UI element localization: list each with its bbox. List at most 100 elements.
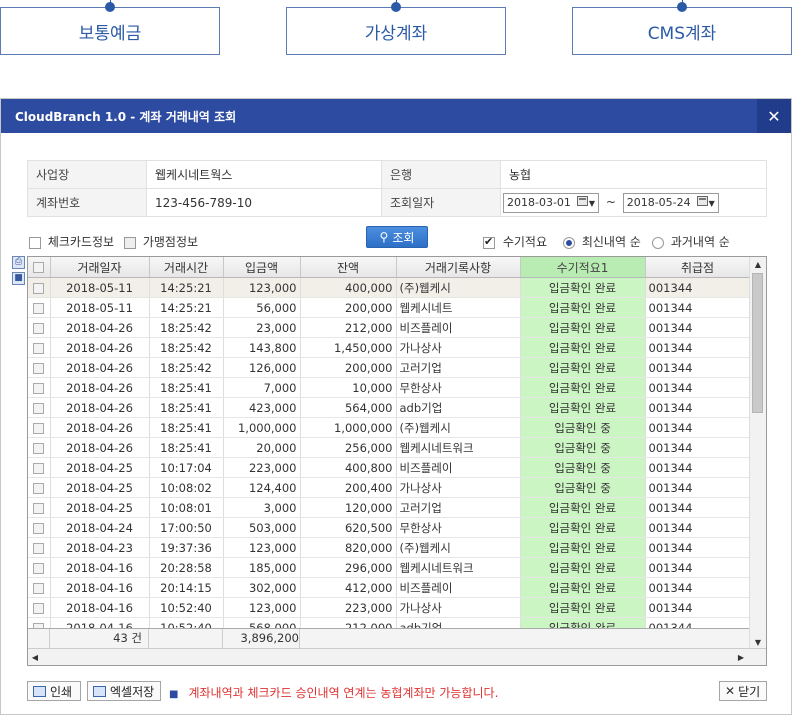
table-row[interactable]: 2018-04-26 18:25:41 7,000 10,000 무한상사 입금확인 완료… [28,377,751,398]
latest-order-option[interactable]: 최신내역 순 [563,233,641,250]
table-cell: 001344 [645,517,751,538]
table-row[interactable]: 2018-05-11 14:25:21 123,000 400,000 (주)웹케시 입금… [28,277,751,298]
table-cell: 2018-04-16 [50,577,150,598]
check-card-option[interactable]: 체크카드정보 [29,233,114,250]
row-checkbox[interactable] [33,462,45,474]
row-checkbox-cell[interactable] [28,317,51,338]
row-checkbox-cell[interactable] [28,417,51,438]
table-row[interactable]: 2018-04-26 18:25:41 1,000,000 1,000,000 (주)웹… [28,417,751,438]
horizontal-scrollbar[interactable]: ◀ ▶ [28,648,766,665]
print-button[interactable]: 인쇄 [27,681,81,701]
print-icon[interactable]: ⎙ [12,256,25,269]
col-deposit[interactable]: 입금액 [223,257,301,278]
row-checkbox-cell[interactable] [28,437,51,458]
vertical-scrollbar[interactable]: ▲ ▼ [749,257,766,649]
row-checkbox[interactable] [33,562,45,574]
row-checkbox-cell[interactable] [28,477,51,498]
table-cell: 23,000 [223,317,301,338]
tab-virtual-account[interactable]: 가상계좌 [286,0,506,55]
row-checkbox-cell[interactable] [28,577,51,598]
row-checkbox[interactable] [33,422,45,434]
col-time[interactable]: 거래시간 [149,257,224,278]
search-button[interactable]: ⚲ 조회 [366,226,428,248]
row-checkbox-cell[interactable] [28,397,51,418]
col-memo[interactable]: 거래기록사항 [396,257,521,278]
table-row[interactable]: 2018-04-26 18:25:41 20,000 256,000 웹케시네트워크 입금… [28,437,751,458]
col-date[interactable]: 거래일자 [50,257,150,278]
date-to-input[interactable]: 2018-05-24 ▼ [622,192,719,213]
save-icon[interactable]: ■ [12,272,25,285]
row-checkbox[interactable] [33,342,45,354]
table-row[interactable]: 2018-05-11 14:25:21 56,000 200,000 웹케시네트 입금확인… [28,297,751,318]
past-order-radio[interactable] [652,236,664,249]
row-checkbox-cell[interactable] [28,597,51,618]
scroll-down-icon[interactable]: ▼ [750,635,766,649]
latest-order-radio[interactable] [563,236,575,249]
row-checkbox[interactable] [33,502,45,514]
table-row[interactable]: 2018-04-16 20:14:15 302,000 412,000 비즈플레이 입금확… [28,577,751,598]
row-checkbox[interactable] [33,362,45,374]
manual-checkbox[interactable] [483,235,495,249]
row-checkbox-cell[interactable] [28,457,51,478]
table-row[interactable]: 2018-04-25 10:08:01 3,000 120,000 고러기업 입금확인 완… [28,497,751,518]
close-button[interactable]: ✕ 닫기 [719,681,767,701]
row-checkbox[interactable] [33,402,45,414]
table-row[interactable]: 2018-04-26 18:25:42 23,000 212,000 비즈플레이 입금확인… [28,317,751,338]
table-row[interactable]: 2018-04-26 18:25:42 126,000 200,000 고러기업 입금확인… [28,357,751,378]
row-checkbox-cell[interactable] [28,497,51,518]
table-row[interactable]: 2018-04-26 18:25:41 423,000 564,000 adb기업 입금확… [28,397,751,418]
table-row[interactable]: 2018-04-24 17:00:50 503,000 620,500 무한상사 입금확인… [28,517,751,538]
row-checkbox-cell[interactable] [28,377,51,398]
row-checkbox[interactable] [33,282,45,294]
table-cell: 10:08:01 [149,497,224,518]
date-from-input[interactable]: 2018-03-01 ▼ [503,192,599,213]
col-branch[interactable]: 취급점 [645,257,751,278]
row-checkbox-cell[interactable] [28,297,51,318]
scroll-thumb[interactable] [752,273,763,413]
row-checkbox[interactable] [33,322,45,334]
row-checkbox[interactable] [33,482,45,494]
select-all-header[interactable] [28,257,51,278]
row-checkbox-cell[interactable] [28,537,51,558]
table-cell: 입금확인 완료 [520,317,646,338]
row-checkbox[interactable] [33,302,45,314]
merchant-option[interactable]: 가맹점정보 [124,233,198,250]
merchant-checkbox[interactable] [124,236,136,249]
summary-count: 43 건 [50,629,149,648]
manual-option[interactable]: 수기적요 [483,233,547,250]
row-checkbox[interactable] [33,522,45,534]
row-checkbox-cell[interactable] [28,517,51,538]
table-cell: 3,000 [223,497,301,518]
table-row[interactable]: 2018-04-25 10:17:04 223,000 400,800 비즈플레이 입금확… [28,457,751,478]
select-all-checkbox[interactable] [33,262,45,273]
table-row[interactable]: 2018-04-16 20:28:58 185,000 296,000 웹케시네트워크 입… [28,557,751,578]
tab-savings[interactable]: 보통예금 [0,0,220,55]
scroll-up-icon[interactable]: ▲ [750,257,766,271]
past-order-option[interactable]: 과거내역 순 [652,233,730,250]
row-checkbox[interactable] [33,442,45,454]
table-row[interactable]: 2018-04-25 10:08:02 124,400 200,400 가나상사 입금확인… [28,477,751,498]
table-row[interactable]: 2018-04-16 10:52:40 123,000 223,000 가나상사 입금확인… [28,597,751,618]
tab-cms-account[interactable]: CMS계좌 [572,0,792,55]
table-row[interactable]: 2018-04-26 18:25:42 143,800 1,450,000 가나상사 입금… [28,337,751,358]
col-balance[interactable]: 잔액 [300,257,397,278]
row-checkbox[interactable] [33,602,45,614]
check-card-checkbox[interactable] [29,236,41,249]
row-checkbox[interactable] [33,542,45,554]
col-manual-note[interactable]: 수기적요1 [520,257,646,278]
row-checkbox[interactable] [33,582,45,594]
row-checkbox-cell[interactable] [28,357,51,378]
scroll-left-icon[interactable]: ◀ [28,649,42,665]
transaction-rows: 2018-05-11 14:25:21 123,000 400,000 (주)웹케시 입금… [28,277,751,638]
table-cell: 123,000 [223,537,301,558]
excel-save-button[interactable]: 엑셀저장 [87,681,161,701]
table-cell: 14:25:21 [149,297,224,318]
scroll-right-icon[interactable]: ▶ [734,649,748,665]
close-icon[interactable]: ✕ [757,99,791,133]
row-checkbox-cell[interactable] [28,557,51,578]
row-checkbox[interactable] [33,382,45,394]
row-checkbox-cell[interactable] [28,277,51,298]
table-row[interactable]: 2018-04-23 19:37:36 123,000 820,000 (주)웹케시 입금… [28,537,751,558]
table-cell: 620,500 [300,517,397,538]
row-checkbox-cell[interactable] [28,337,51,358]
